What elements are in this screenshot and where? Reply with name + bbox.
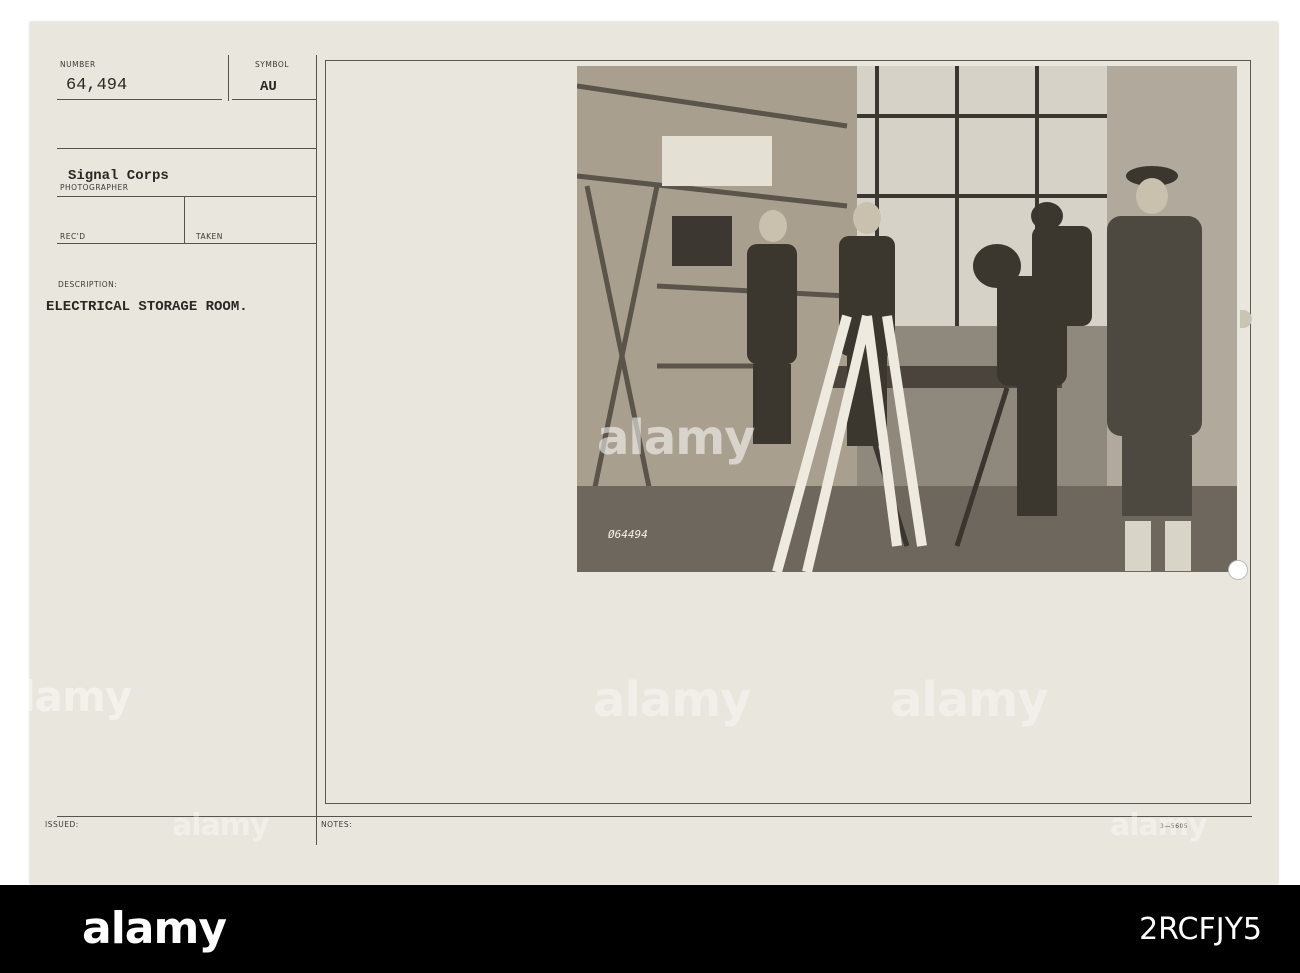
number-label: NUMBER <box>60 60 96 69</box>
symbol-label: SYMBOL <box>255 60 289 69</box>
rule-vert-number <box>228 55 229 101</box>
stock-logo: alamy <box>82 903 227 954</box>
rule-vert-main <box>316 55 317 845</box>
rule-recd-top <box>57 196 317 197</box>
watermark-right: alamy <box>890 672 1049 728</box>
rule-vert-recd <box>184 197 185 243</box>
photograph: Ø64494 <box>577 66 1237 572</box>
watermark-lower-right: alamy <box>1110 808 1208 843</box>
recd-label: REC'D <box>60 232 86 241</box>
stock-image-id: 2RCFJY5 <box>1139 912 1262 947</box>
watermark-photo: alamy <box>597 410 756 466</box>
rule-top-right <box>232 99 316 100</box>
watermark-left: alamy <box>0 672 132 721</box>
symbol-value: AU <box>260 79 277 95</box>
number-value: 64,494 <box>66 76 128 95</box>
watermark-middle: alamy <box>593 672 752 728</box>
description-value: ELECTRICAL STORAGE ROOM. <box>46 299 248 315</box>
photographer-value: Signal Corps <box>68 168 169 184</box>
negative-number: Ø64494 <box>608 528 648 541</box>
rule-top-left <box>57 99 222 100</box>
issued-label: ISSUED: <box>45 820 79 829</box>
photograph-scene <box>577 66 1237 572</box>
taken-label: TAKEN <box>196 232 223 241</box>
rule-recd-bottom <box>57 243 317 244</box>
description-label: DESCRIPTION: <box>58 280 118 289</box>
photographer-label: PHOTOGRAPHER <box>60 183 129 192</box>
rule-photographer <box>57 148 317 149</box>
watermark-lower-left: alamy <box>172 808 270 843</box>
notes-label: NOTES: <box>321 820 353 829</box>
punch-hole <box>1228 560 1248 580</box>
